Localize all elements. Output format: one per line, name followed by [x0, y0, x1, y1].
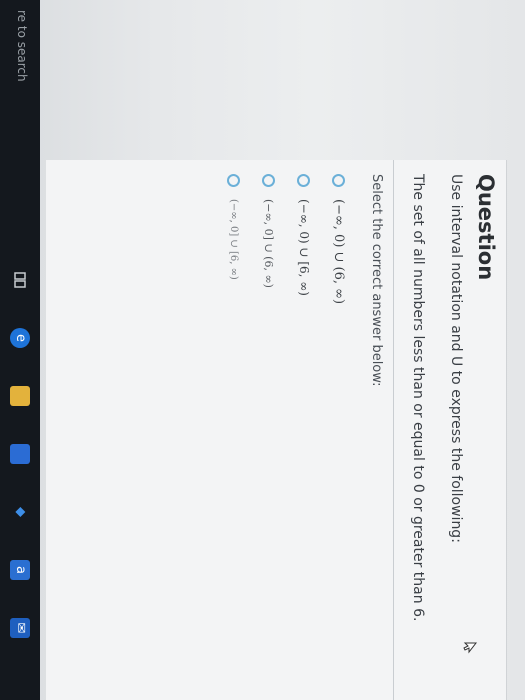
option-label: (−∞, 0) ∪ [6, ∞): [297, 199, 311, 296]
store-icon[interactable]: [10, 444, 30, 464]
select-answer-label: Select the correct answer below:: [369, 174, 384, 387]
radio-button-icon[interactable]: [227, 174, 241, 187]
option-label: (−∞, 0] ∪ [6, ∞): [228, 199, 240, 280]
option-label: (−∞, 0) ∪ (6, ∞): [331, 199, 347, 305]
answer-options: (−∞, 0) ∪ (6, ∞) (−∞, 0) ∪ [6, ∞) (−∞, 0…: [210, 174, 350, 304]
cursor-arrow-icon: [463, 642, 478, 654]
mail-icon[interactable]: ✉: [10, 618, 30, 638]
instruction-text: Use interval notation and U to express t…: [448, 174, 464, 543]
question-header: Question: [474, 174, 498, 674]
photo-backdrop: Question Use interval notation and U to …: [0, 0, 525, 700]
taskbar-icons: e ◆ a ✉: [6, 270, 34, 638]
radio-button-icon[interactable]: [332, 174, 346, 187]
screen-content: Question Use interval notation and U to …: [0, 0, 525, 700]
screen: Question Use interval notation and U to …: [0, 0, 525, 700]
task-view-icon[interactable]: [10, 270, 30, 290]
radio-button-icon[interactable]: [262, 174, 276, 187]
question-prompt: The set of all numbers less than or equa…: [410, 174, 426, 622]
divider: [393, 160, 394, 700]
page-title: Question: [474, 174, 498, 281]
answer-option-2[interactable]: (−∞, 0) ∪ [6, ∞): [293, 174, 315, 304]
answer-option-1[interactable]: (−∞, 0) ∪ (6, ∞): [328, 174, 350, 304]
windows-taskbar: re to search e ◆ a ✉: [0, 0, 40, 700]
question-card: Question Use interval notation and U to …: [46, 160, 507, 700]
answer-option-4[interactable]: (−∞, 0] ∪ [6, ∞): [223, 174, 245, 304]
amazon-icon[interactable]: a: [10, 560, 30, 580]
edge-browser-icon[interactable]: e: [10, 328, 30, 348]
search-input[interactable]: re to search: [7, 6, 37, 120]
dropbox-icon[interactable]: ◆: [10, 502, 30, 522]
file-explorer-icon[interactable]: [10, 386, 30, 406]
option-label: (−∞, 0] ∪ (6, ∞): [262, 199, 276, 288]
answer-option-3[interactable]: (−∞, 0] ∪ (6, ∞): [258, 174, 280, 304]
radio-button-icon[interactable]: [297, 174, 311, 187]
